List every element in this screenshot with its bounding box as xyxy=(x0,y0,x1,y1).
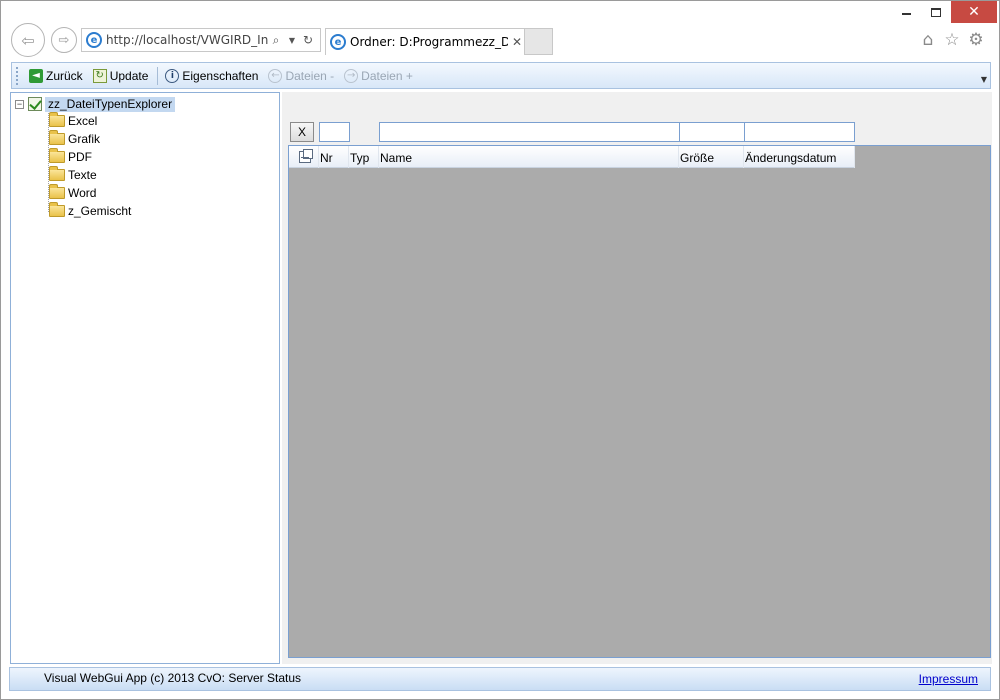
tree-item-z-gemischt[interactable]: z_Gemischt xyxy=(49,202,131,220)
dropdown-icon[interactable]: ▼ xyxy=(284,36,300,45)
toolbar-grip[interactable] xyxy=(16,66,19,85)
forward-arrow-icon[interactable]: ⇨ xyxy=(51,27,77,53)
home-icon[interactable]: ⌂ xyxy=(918,30,938,50)
update-icon: ↻ xyxy=(92,68,107,83)
folder-icon xyxy=(49,184,65,199)
address-bar[interactable]: e http://localhost/VWGIRD_Info/ ⌕ ▼ ↻ xyxy=(81,28,321,52)
column-header-date[interactable]: Änderungsdatum xyxy=(744,146,855,168)
ie-logo-icon: e xyxy=(330,34,346,50)
update-button[interactable]: ↻ Update xyxy=(89,66,153,86)
files-plus-label: Dateien + xyxy=(361,68,413,83)
back-arrow-icon[interactable]: ⇦ xyxy=(11,23,45,57)
status-bar: Visual WebGui App (c) 2013 CvO: Server S… xyxy=(9,667,991,691)
grid-options-button[interactable] xyxy=(289,146,319,168)
folder-icon xyxy=(49,166,65,181)
back-icon: ◄ xyxy=(29,68,43,83)
toolbar-overflow-icon[interactable]: ▼ xyxy=(979,75,989,88)
tree-item-word[interactable]: Word xyxy=(49,184,96,202)
tab-ordner[interactable]: e Ordner: D:Programmezz_Da... ✕ xyxy=(325,28,525,55)
browser-titlebar: ✕ ⇦ ⇨ e http://localhost/VWGIRD_Info/ ⌕ … xyxy=(1,1,999,57)
maximize-button[interactable] xyxy=(921,1,951,23)
minimize-button[interactable] xyxy=(891,1,921,23)
back-button[interactable]: ◄ Zurück xyxy=(25,66,87,86)
properties-button[interactable]: i Eigenschaften xyxy=(161,66,262,86)
maximize-icon xyxy=(931,7,941,17)
status-text: Visual WebGui App (c) 2013 CvO: Server S… xyxy=(44,671,302,685)
info-icon: i xyxy=(165,68,180,83)
files-plus-button[interactable]: → Dateien + xyxy=(340,66,417,86)
minimize-icon xyxy=(901,13,911,15)
column-chooser-icon xyxy=(299,149,313,163)
arrow-left-circle-icon: ← xyxy=(268,68,283,83)
tree-item-label: Word xyxy=(68,186,97,200)
files-minus-label: Dateien - xyxy=(285,68,335,83)
folder-tree: − zz_DateiTypenExplorer Excel Grafik PDF… xyxy=(10,92,280,664)
folder-icon xyxy=(49,112,65,127)
column-header-name[interactable]: Name xyxy=(379,146,679,168)
checkmark-icon xyxy=(28,97,42,111)
close-window-button[interactable]: ✕ xyxy=(951,1,997,23)
tree-root-label: zz_DateiTypenExplorer xyxy=(45,96,176,112)
tree-item-label: Grafik xyxy=(68,132,101,146)
tree-item-excel[interactable]: Excel xyxy=(49,112,97,130)
ie-logo-icon: e xyxy=(86,32,102,48)
clear-filter-button[interactable]: X xyxy=(290,122,314,142)
tree-item-label: Texte xyxy=(68,168,97,182)
tab-close-icon[interactable]: ✕ xyxy=(512,35,522,49)
new-tab-button[interactable] xyxy=(525,28,553,55)
filter-date-input[interactable] xyxy=(744,122,855,142)
arrow-right-circle-icon: → xyxy=(344,68,359,83)
tree-root[interactable]: − zz_DateiTypenExplorer xyxy=(15,96,176,112)
folder-icon xyxy=(49,148,65,163)
favorites-star-icon[interactable]: ☆ xyxy=(942,30,962,50)
filter-name-input[interactable] xyxy=(379,122,680,142)
tree-item-label: z_Gemischt xyxy=(68,204,132,218)
collapse-icon[interactable]: − xyxy=(15,99,24,109)
refresh-icon[interactable]: ↻ xyxy=(300,33,316,47)
tree-item-grafik[interactable]: Grafik xyxy=(49,130,100,148)
back-label: Zurück xyxy=(46,68,83,83)
folder-icon xyxy=(49,130,65,145)
browser-window: ✕ ⇦ ⇨ e http://localhost/VWGIRD_Info/ ⌕ … xyxy=(0,0,1000,700)
tree-item-label: Excel xyxy=(68,114,98,128)
tree-item-label: PDF xyxy=(68,150,92,164)
file-grid[interactable]: Nr Typ Name Größe Änderungsdatum xyxy=(288,145,991,658)
settings-gear-icon[interactable]: ⚙ xyxy=(966,30,986,50)
filter-nr-input[interactable] xyxy=(319,122,350,142)
address-text[interactable]: http://localhost/VWGIRD_Info/ xyxy=(106,33,268,47)
impressum-link[interactable]: Impressum xyxy=(919,672,978,686)
toolbar-separator xyxy=(157,66,159,85)
column-header-typ[interactable]: Typ xyxy=(349,146,379,168)
folder-icon xyxy=(49,202,65,217)
column-header-nr[interactable]: Nr xyxy=(319,146,349,168)
tab-title: Ordner: D:Programmezz_Da... xyxy=(350,35,508,49)
filter-size-input[interactable] xyxy=(679,122,745,142)
search-icon[interactable]: ⌕ xyxy=(268,33,284,48)
column-header-size[interactable]: Größe xyxy=(679,146,744,168)
files-minus-button[interactable]: ← Dateien - xyxy=(264,66,338,86)
tree-item-pdf[interactable]: PDF xyxy=(49,148,92,166)
grid-header: Nr Typ Name Größe Änderungsdatum xyxy=(289,146,855,168)
properties-label: Eigenschaften xyxy=(182,68,259,83)
app-toolbar: ◄ Zurück ↻ Update i Eigenschaften ← Date… xyxy=(11,62,991,89)
tree-item-texte[interactable]: Texte xyxy=(49,166,97,184)
update-label: Update xyxy=(109,68,149,83)
